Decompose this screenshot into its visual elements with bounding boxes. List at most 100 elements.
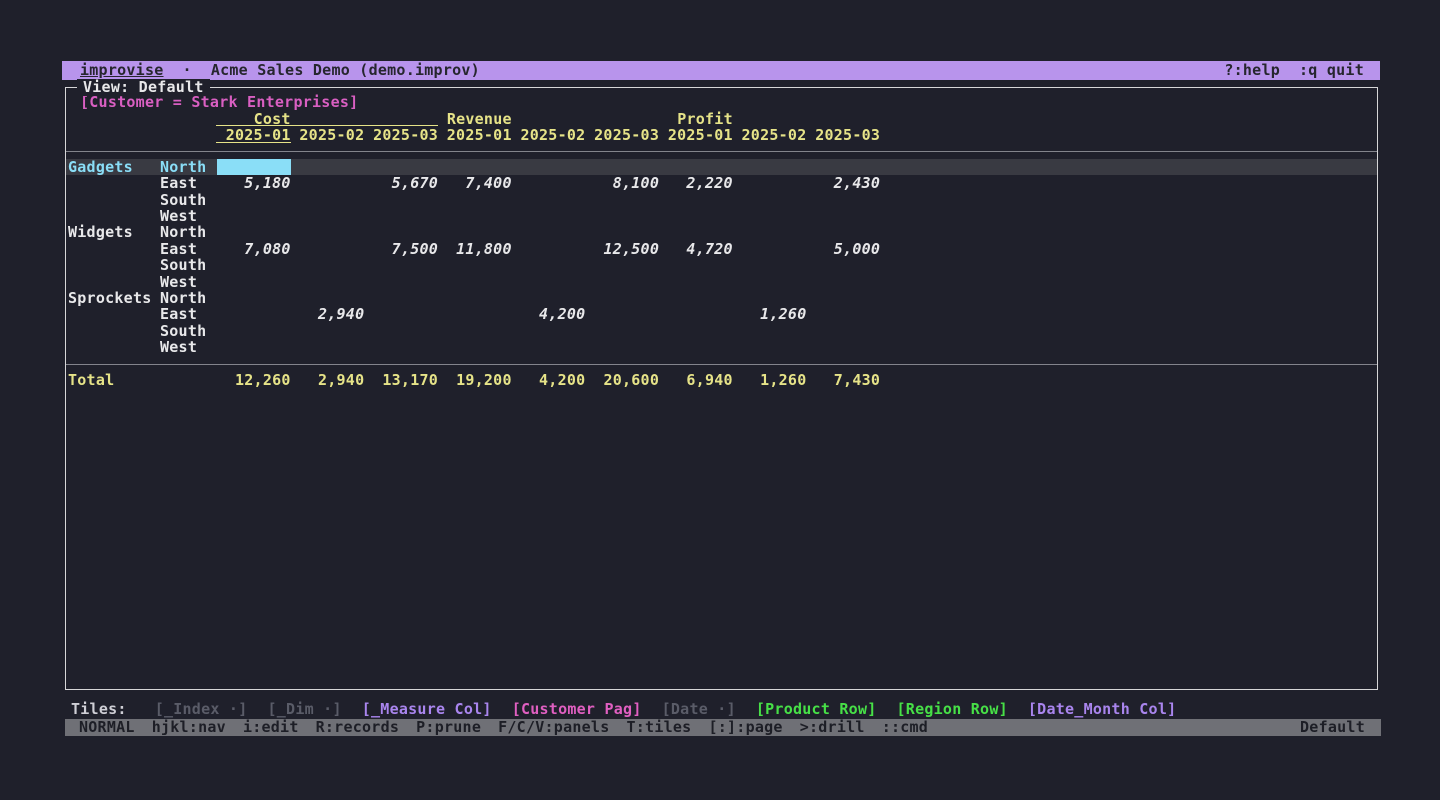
pivot-row[interactable]: South [66, 257, 1377, 273]
key-hint[interactable]: R:records [316, 719, 400, 736]
page-filter-badge[interactable]: [Customer = Stark Enterprises] [66, 94, 1377, 111]
pivot-row[interactable]: Widgets North [66, 224, 1377, 240]
cell[interactable] [364, 192, 438, 208]
cell[interactable] [291, 192, 365, 208]
cell[interactable] [733, 274, 807, 290]
cell[interactable] [659, 208, 733, 224]
cell[interactable]: 12,500 [585, 241, 659, 257]
cell[interactable]: 8,100 [585, 175, 659, 191]
key-hint[interactable]: hjkl:nav [152, 719, 226, 736]
cell[interactable] [512, 241, 586, 257]
pivot-row[interactable]: Sprockets North [66, 290, 1377, 306]
cell[interactable] [512, 208, 586, 224]
cell[interactable]: 7,400 [438, 175, 512, 191]
cell[interactable] [807, 224, 881, 240]
cell[interactable] [217, 192, 291, 208]
cell[interactable] [217, 290, 291, 306]
cell[interactable] [733, 290, 807, 306]
cell[interactable]: 4,200 [512, 306, 586, 322]
cell[interactable]: 11,800 [438, 241, 512, 257]
cell[interactable] [438, 339, 512, 355]
pivot-row[interactable]: East 7,080 7,500 11,800 12,500 4,720 5,0… [66, 241, 1377, 257]
cell[interactable] [659, 290, 733, 306]
cell[interactable] [807, 257, 881, 273]
cell[interactable] [512, 274, 586, 290]
tile[interactable]: [Date ·] [662, 701, 736, 718]
key-hint[interactable]: i:edit [243, 719, 299, 736]
cell[interactable] [733, 339, 807, 355]
cell[interactable] [291, 290, 365, 306]
cell[interactable] [217, 323, 291, 339]
cell[interactable] [585, 323, 659, 339]
month-column-header[interactable]: 2025-01 [217, 127, 291, 143]
cell[interactable] [217, 339, 291, 355]
cell[interactable] [659, 323, 733, 339]
pivot-row[interactable]: East 2,940 4,200 1,260 [66, 306, 1377, 322]
cell[interactable] [438, 192, 512, 208]
cell[interactable] [291, 208, 365, 224]
cell[interactable] [364, 274, 438, 290]
month-column-header[interactable]: 2025-03 [585, 127, 659, 143]
cell[interactable] [807, 339, 881, 355]
cell[interactable] [585, 274, 659, 290]
pivot-row[interactable]: West [66, 339, 1377, 355]
key-hint[interactable]: >:drill [800, 719, 865, 736]
pivot-row[interactable]: East 5,180 5,670 7,400 8,100 2,220 2,430 [66, 175, 1377, 191]
cell[interactable] [512, 224, 586, 240]
cell[interactable] [733, 208, 807, 224]
cell[interactable] [438, 224, 512, 240]
cell[interactable]: 5,000 [807, 241, 881, 257]
pivot-row[interactable]: West [66, 208, 1377, 224]
cell[interactable] [807, 159, 881, 175]
cell[interactable] [659, 274, 733, 290]
cell[interactable] [438, 274, 512, 290]
cell[interactable] [585, 224, 659, 240]
month-column-header[interactable]: 2025-01 [659, 127, 733, 143]
cell[interactable] [512, 192, 586, 208]
cell[interactable] [291, 241, 365, 257]
cell[interactable] [217, 208, 291, 224]
cell[interactable] [807, 274, 881, 290]
cell[interactable] [659, 257, 733, 273]
pivot-row[interactable]: South [66, 192, 1377, 208]
cell[interactable] [438, 323, 512, 339]
key-hint[interactable]: ::cmd [882, 719, 928, 736]
help-hint[interactable]: ?:help [1224, 61, 1280, 80]
cell[interactable]: 5,180 [217, 175, 291, 191]
cell[interactable] [291, 339, 365, 355]
month-column-header[interactable]: 2025-03 [364, 127, 438, 143]
measure-group-header[interactable]: Cost [217, 111, 438, 127]
tile[interactable]: [Customer Pag] [512, 701, 642, 718]
cell[interactable] [733, 241, 807, 257]
cell[interactable] [733, 323, 807, 339]
month-column-header[interactable]: 2025-02 [733, 127, 807, 143]
cell[interactable] [807, 323, 881, 339]
cell[interactable] [291, 224, 365, 240]
pivot-row[interactable]: South [66, 323, 1377, 339]
cell[interactable] [585, 290, 659, 306]
cell[interactable] [659, 192, 733, 208]
cell[interactable] [733, 224, 807, 240]
cell[interactable] [217, 159, 291, 175]
cell[interactable] [512, 323, 586, 339]
cell[interactable] [733, 257, 807, 273]
key-hint[interactable]: F/C/V:panels [498, 719, 609, 736]
cell[interactable] [659, 339, 733, 355]
month-column-header[interactable]: 2025-03 [807, 127, 881, 143]
cell[interactable] [585, 208, 659, 224]
cell[interactable] [364, 290, 438, 306]
cell[interactable] [438, 257, 512, 273]
quit-hint[interactable]: :q quit [1299, 61, 1364, 80]
cell[interactable] [585, 306, 659, 322]
cell[interactable] [217, 274, 291, 290]
cell[interactable] [512, 175, 586, 191]
cell[interactable] [807, 208, 881, 224]
cell[interactable] [364, 306, 438, 322]
cell[interactable] [364, 339, 438, 355]
measure-group-header[interactable]: Profit [659, 111, 880, 127]
cell[interactable] [585, 257, 659, 273]
cell[interactable]: 4,720 [659, 241, 733, 257]
cell[interactable] [291, 159, 365, 175]
cell[interactable] [217, 224, 291, 240]
cell[interactable]: 5,670 [364, 175, 438, 191]
